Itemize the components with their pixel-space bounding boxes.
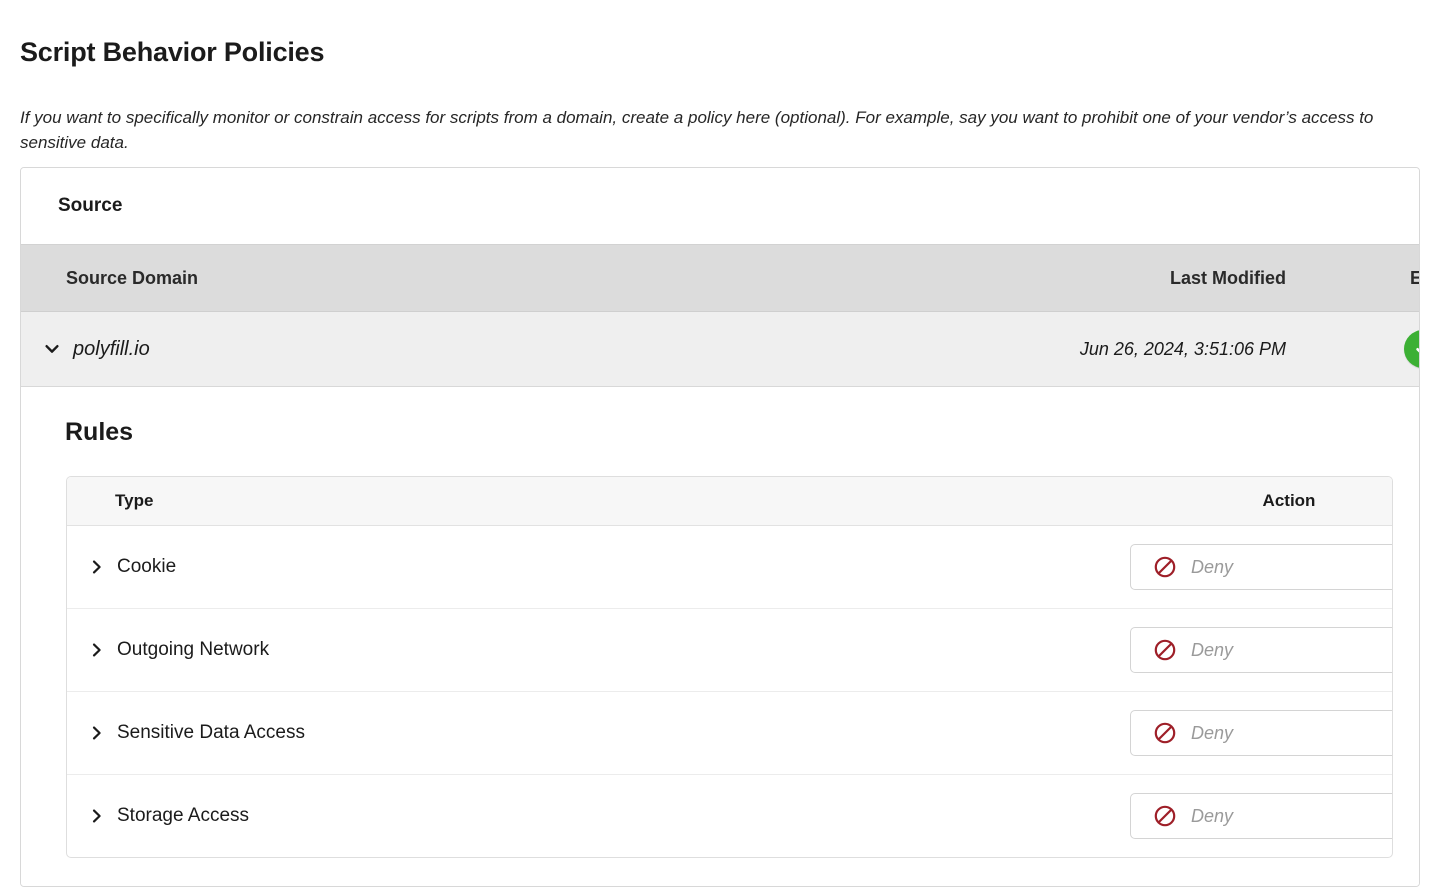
- table-row: Storage Access Deny: [67, 775, 1393, 858]
- table-row: polyfill.io Jun 26, 2024, 3:51:06 PM: [21, 312, 1420, 387]
- rules-table: Type Action: [67, 477, 1393, 857]
- deny-icon: [1153, 638, 1177, 662]
- action-value: Deny: [1191, 640, 1233, 661]
- page-title: Script Behavior Policies: [20, 36, 324, 68]
- action-value: Deny: [1191, 557, 1233, 578]
- chevron-right-icon[interactable]: [89, 807, 105, 825]
- deny-icon: [1153, 721, 1177, 745]
- rule-action-cell: Deny: [1115, 526, 1393, 609]
- table-row: Outgoing Network Deny: [67, 609, 1393, 692]
- check-icon: [1414, 339, 1420, 359]
- rules-section: Rules Type Action: [21, 387, 1419, 886]
- rules-title: Rules: [21, 387, 1419, 447]
- column-header-enabled[interactable]: Enabled: [1302, 245, 1420, 312]
- rule-action-cell: Deny: [1115, 775, 1393, 858]
- chevron-right-icon[interactable]: [89, 558, 105, 576]
- action-select[interactable]: Deny: [1130, 710, 1393, 756]
- column-header-type[interactable]: Type: [67, 477, 1115, 526]
- source-domain-table: Source Domain Last Modified Enabled: [21, 244, 1420, 387]
- table-row: Cookie Deny: [67, 526, 1393, 609]
- rules-table-header-row: Type Action: [67, 477, 1393, 526]
- page-description: If you want to specifically monitor or c…: [20, 106, 1410, 155]
- source-table-header-row: Source Domain Last Modified Enabled: [21, 245, 1420, 312]
- deny-icon: [1153, 804, 1177, 828]
- rule-action-cell: Deny: [1115, 692, 1393, 775]
- script-behavior-policies-page: Script Behavior Policies If you want to …: [0, 0, 1440, 893]
- column-header-source-domain[interactable]: Source Domain: [21, 245, 966, 312]
- rules-card: Type Action: [66, 476, 1393, 858]
- source-policies-card: Source Source Domain Last Modified Enabl…: [20, 167, 1420, 887]
- last-modified-value: Jun 26, 2024, 3:51:06 PM: [966, 312, 1302, 387]
- enabled-cell: [1302, 312, 1420, 387]
- action-select[interactable]: Deny: [1130, 544, 1393, 590]
- action-select[interactable]: Deny: [1130, 627, 1393, 673]
- deny-icon: [1153, 555, 1177, 579]
- source-domain-cell[interactable]: polyfill.io: [21, 312, 966, 387]
- column-header-action[interactable]: Action: [1115, 477, 1393, 526]
- rule-type-label: Storage Access: [117, 805, 249, 827]
- enabled-toggle[interactable]: [1404, 330, 1420, 368]
- chevron-right-icon[interactable]: [89, 641, 105, 659]
- rule-type-cell[interactable]: Storage Access: [67, 775, 1115, 858]
- rule-type-label: Sensitive Data Access: [117, 722, 305, 744]
- action-value: Deny: [1191, 806, 1233, 827]
- rule-type-cell[interactable]: Outgoing Network: [67, 609, 1115, 692]
- table-row: Sensitive Data Access Deny: [67, 692, 1393, 775]
- source-section-label: Source: [21, 168, 1419, 244]
- action-value: Deny: [1191, 723, 1233, 744]
- column-header-last-modified[interactable]: Last Modified: [966, 245, 1302, 312]
- source-domain-name: polyfill.io: [73, 338, 150, 361]
- rule-type-label: Outgoing Network: [117, 639, 269, 661]
- chevron-down-icon[interactable]: [43, 340, 61, 358]
- rules-table-body: Cookie Deny: [67, 526, 1393, 858]
- action-select[interactable]: Deny: [1130, 793, 1393, 839]
- rule-type-cell[interactable]: Cookie: [67, 526, 1115, 609]
- rule-action-cell: Deny: [1115, 609, 1393, 692]
- chevron-right-icon[interactable]: [89, 724, 105, 742]
- rule-type-label: Cookie: [117, 556, 176, 578]
- rule-type-cell[interactable]: Sensitive Data Access: [67, 692, 1115, 775]
